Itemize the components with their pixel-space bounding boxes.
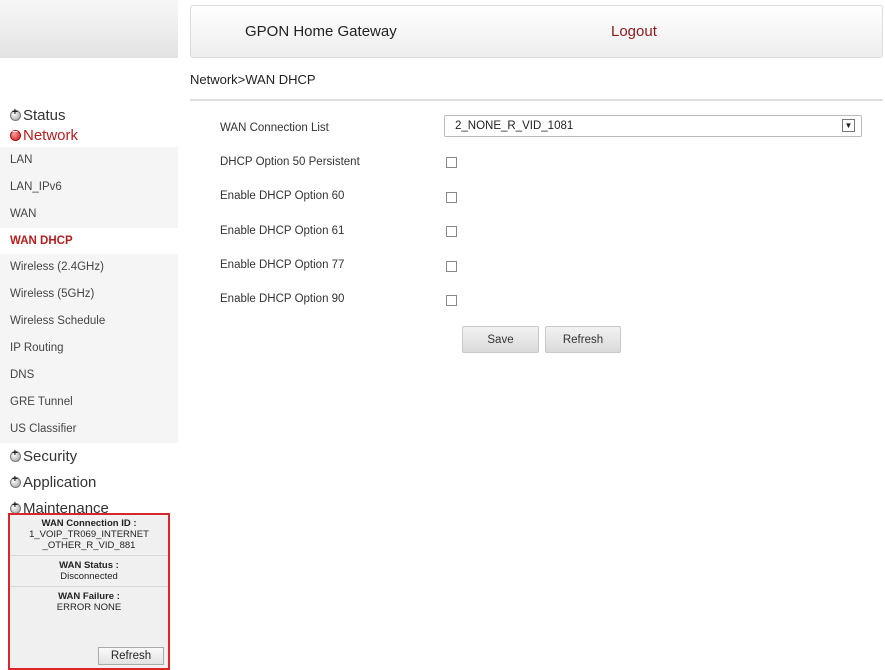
sidebar-category-network[interactable]: Network — [0, 125, 178, 145]
top-bar: GPON Home Gateway Logout — [190, 5, 883, 58]
sidebar-category-label: Application — [23, 473, 97, 491]
sidebar-category-label: Status — [23, 106, 66, 124]
wan-failure-value: ERROR NONE — [56, 602, 122, 613]
option-50-checkbox[interactable] — [446, 157, 457, 168]
refresh-button[interactable]: Refresh — [545, 326, 621, 353]
sidebar-item-wireless-schedule[interactable]: Wireless Schedule — [0, 308, 178, 335]
save-button[interactable]: Save — [462, 326, 539, 353]
sidebar-item-dns[interactable]: DNS — [0, 362, 178, 389]
wan-failure-block: WAN Failure : ERROR NONE — [10, 587, 168, 617]
sidebar-category-security[interactable]: Security — [0, 443, 178, 469]
sidebar: Status Network LAN LAN_IPv6 WAN WAN DHCP… — [0, 100, 178, 521]
sidebar-item-wan-dhcp[interactable]: WAN DHCP — [0, 228, 178, 254]
wan-connection-id-label: WAN Connection ID : — [41, 518, 137, 529]
logo-area — [0, 0, 178, 58]
wan-connection-list-value: 2_NONE_R_VID_1081 — [455, 120, 574, 132]
expand-icon — [10, 448, 21, 462]
sidebar-item-wan[interactable]: WAN — [0, 201, 178, 228]
sidebar-item-us-classifier[interactable]: US Classifier — [0, 416, 178, 443]
wan-failure-label: WAN Failure : — [58, 591, 120, 602]
wan-connection-id-value: 1_VOIP_TR069_INTERNET _OTHER_R_VID_881 — [29, 529, 149, 551]
sidebar-item-lan-ipv6[interactable]: LAN_IPv6 — [0, 174, 178, 201]
wan-status-panel: WAN Connection ID : 1_VOIP_TR069_INTERNE… — [8, 513, 170, 670]
wan-connection-list-select[interactable]: 2_NONE_R_VID_1081 ▼ — [444, 115, 862, 137]
sidebar-item-gre-tunnel[interactable]: GRE Tunnel — [0, 389, 178, 416]
breadcrumb: Network>WAN DHCP — [190, 72, 316, 87]
divider — [190, 99, 883, 101]
collapse-icon — [10, 127, 21, 141]
expand-icon — [10, 474, 21, 488]
sidebar-category-label: Security — [23, 447, 78, 465]
wan-connection-id-block: WAN Connection ID : 1_VOIP_TR069_INTERNE… — [10, 515, 168, 556]
network-submenu: LAN LAN_IPv6 WAN WAN DHCP Wireless (2.4G… — [0, 147, 178, 443]
option-60-checkbox[interactable] — [446, 192, 457, 203]
status-refresh-button[interactable]: Refresh — [98, 647, 164, 665]
wan-status-value: Disconnected — [60, 571, 118, 582]
option-61-checkbox[interactable] — [446, 226, 457, 237]
option-77-label: Enable DHCP Option 77 — [220, 259, 345, 271]
wan-status-label: WAN Status : — [59, 560, 119, 571]
wan-status-block: WAN Status : Disconnected — [10, 556, 168, 587]
option-90-label: Enable DHCP Option 90 — [220, 293, 345, 305]
expand-icon — [10, 107, 21, 121]
wan-connection-list-label: WAN Connection List — [220, 122, 329, 134]
sidebar-item-lan[interactable]: LAN — [0, 147, 178, 174]
sidebar-item-ip-routing[interactable]: IP Routing — [0, 335, 178, 362]
app-title: GPON Home Gateway — [245, 23, 397, 40]
option-77-checkbox[interactable] — [446, 261, 457, 272]
expand-icon — [10, 500, 21, 514]
option-90-checkbox[interactable] — [446, 295, 457, 306]
sidebar-item-wireless-24ghz[interactable]: Wireless (2.4GHz) — [0, 254, 178, 281]
chevron-down-icon: ▼ — [842, 119, 855, 132]
sidebar-category-application[interactable]: Application — [0, 469, 178, 495]
option-61-label: Enable DHCP Option 61 — [220, 225, 345, 237]
sidebar-category-status[interactable]: Status — [0, 105, 178, 125]
option-50-label: DHCP Option 50 Persistent — [220, 156, 360, 168]
logout-link[interactable]: Logout — [611, 23, 657, 40]
option-60-label: Enable DHCP Option 60 — [220, 190, 345, 202]
sidebar-category-label: Network — [23, 126, 79, 144]
sidebar-item-wireless-5ghz[interactable]: Wireless (5GHz) — [0, 281, 178, 308]
